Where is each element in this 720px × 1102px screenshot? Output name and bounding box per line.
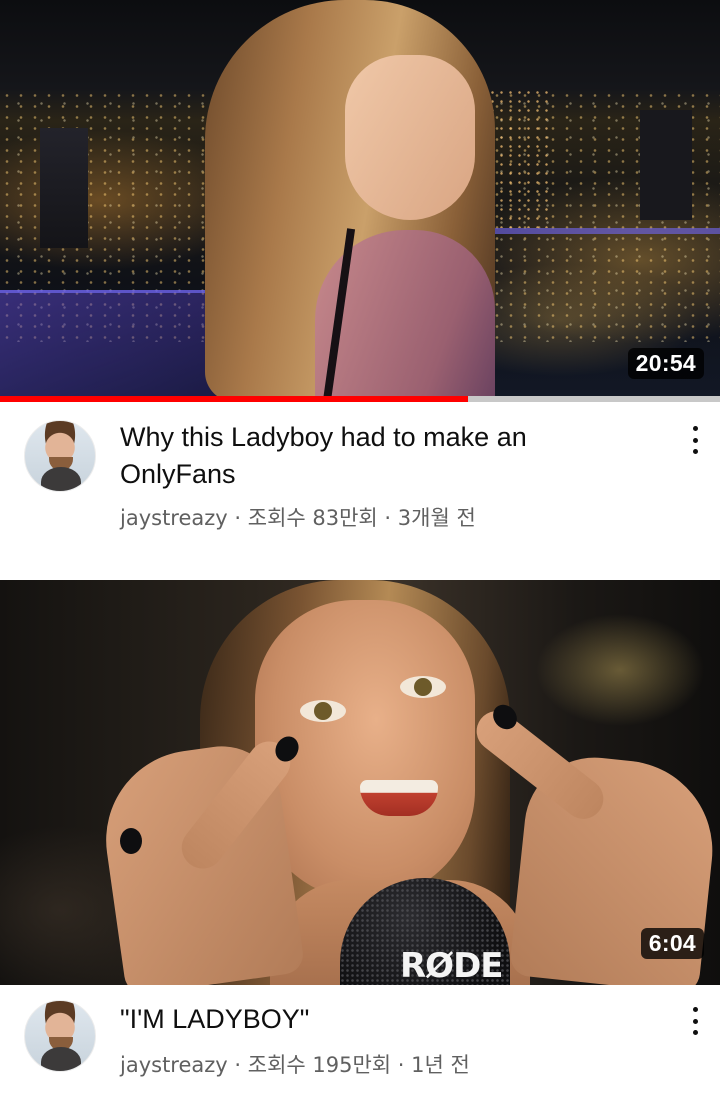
thumbnail-subject	[205, 0, 495, 402]
video-title[interactable]: "I'M LADYBOY"	[120, 1001, 640, 1038]
meta-separator: ·	[377, 506, 398, 530]
view-count: 조회수 83만회	[247, 506, 378, 530]
more-vertical-icon[interactable]	[688, 426, 702, 454]
video-meta: "I'M LADYBOY" jaystreazy · 조회수 195만회 · 1…	[0, 985, 720, 1102]
more-vertical-icon[interactable]	[688, 1007, 702, 1035]
duration-badge: 6:04	[640, 928, 704, 959]
video-subline: jaystreazy · 조회수 195만회 · 1년 전	[120, 1049, 680, 1079]
channel-name[interactable]: jaystreazy	[120, 506, 228, 530]
video-subline: jaystreazy · 조회수 83만회 · 3개월 전	[120, 502, 680, 532]
video-feed: 20:54 Why this Ladyboy had to make an On…	[0, 0, 720, 1102]
meta-separator: ·	[227, 1053, 248, 1077]
channel-avatar[interactable]	[24, 1000, 96, 1072]
video-thumbnail[interactable]: RØDE 6:04	[0, 580, 720, 985]
upload-age: 3개월 전	[397, 506, 476, 530]
video-meta: Why this Ladyboy had to make an OnlyFans…	[0, 402, 720, 560]
duration-badge: 20:54	[627, 348, 704, 379]
channel-name[interactable]: jaystreazy	[120, 1053, 228, 1077]
upload-age: 1년 전	[411, 1053, 470, 1077]
video-card[interactable]: RØDE 6:04 "I'M LADYBOY" jaystreazy · 조회수…	[0, 580, 720, 1102]
meta-separator: ·	[227, 506, 248, 530]
view-count: 조회수 195만회	[247, 1053, 392, 1077]
channel-avatar[interactable]	[24, 420, 96, 492]
meta-separator: ·	[391, 1053, 412, 1077]
video-thumbnail[interactable]: 20:54	[0, 0, 720, 402]
video-card[interactable]: 20:54 Why this Ladyboy had to make an On…	[0, 0, 720, 560]
microphone-brand: RØDE	[400, 946, 504, 985]
video-title[interactable]: Why this Ladyboy had to make an OnlyFans	[120, 419, 640, 493]
